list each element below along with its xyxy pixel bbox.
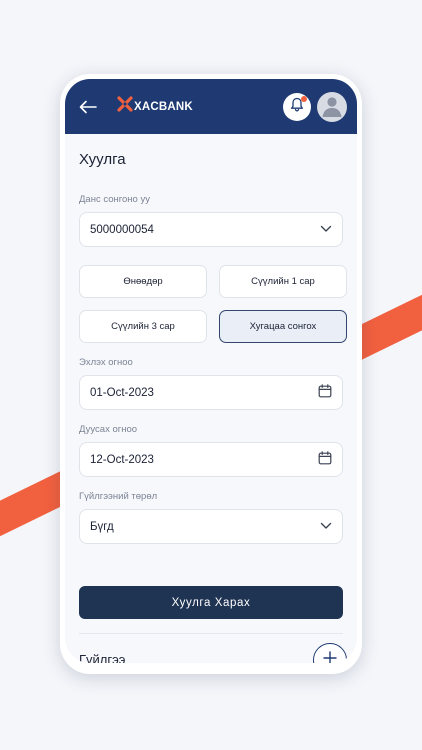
page-title: Хуулга (79, 151, 126, 168)
logo-text: XACBANK (134, 100, 193, 113)
xacbank-logo-icon (117, 96, 133, 117)
start-date-field[interactable]: 01-Oct-2023 (79, 375, 343, 410)
end-date-field[interactable]: 12-Oct-2023 (79, 442, 343, 477)
back-arrow-icon[interactable] (77, 96, 99, 118)
calendar-icon[interactable] (318, 384, 332, 401)
section-divider (79, 633, 343, 634)
end-date-value: 12-Oct-2023 (90, 453, 154, 466)
app-screen: XACBANK Хуулга Данс сонгоно уу 500000005… (65, 79, 357, 663)
chevron-down-icon (320, 224, 332, 236)
transaction-type-value: Бүгд (90, 520, 114, 533)
phone-frame: XACBANK Хуулга Данс сонгоно уу 500000005… (60, 74, 362, 674)
transaction-type-select[interactable]: Бүгд (79, 509, 343, 544)
start-date-label: Эхлэх огноо (79, 357, 133, 368)
end-date-label: Дуусах огноо (79, 424, 138, 435)
user-icon (320, 93, 344, 122)
period-options: Өнөөдөр Сүүлийн 1 сар Сүүлийн 3 сар Хуга… (79, 265, 347, 343)
chevron-down-icon (320, 521, 332, 533)
view-statement-button[interactable]: Хуулга Харах (79, 586, 343, 619)
notification-dot (301, 96, 307, 102)
calendar-icon[interactable] (318, 451, 332, 468)
period-last-1-month-button[interactable]: Сүүлийн 1 сар (219, 265, 347, 298)
notifications-button[interactable] (283, 93, 311, 121)
period-today-button[interactable]: Өнөөдөр (79, 265, 207, 298)
transactions-section-title: Гүйлгээ (79, 652, 126, 663)
start-date-value: 01-Oct-2023 (90, 386, 154, 399)
app-header: XACBANK (65, 79, 357, 134)
account-label: Данс сонгоно уу (79, 194, 150, 205)
account-select[interactable]: 5000000054 (79, 212, 343, 247)
plus-icon (323, 650, 337, 663)
user-avatar[interactable] (317, 92, 347, 122)
account-value: 5000000054 (90, 223, 154, 236)
statement-form: Хуулга Данс сонгоно уу 5000000054 Өнөөдө… (65, 151, 357, 663)
transaction-type-label: Гүйлгээний төрөл (79, 491, 158, 502)
period-last-3-months-button[interactable]: Сүүлийн 3 сар (79, 310, 207, 343)
period-custom-button[interactable]: Хугацаа сонгох (219, 310, 347, 343)
bank-logo: XACBANK (117, 96, 193, 117)
